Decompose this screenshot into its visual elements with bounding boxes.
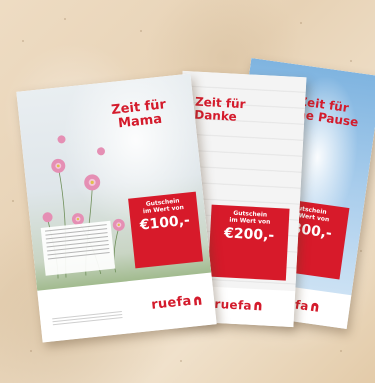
logo-mark-icon xyxy=(311,302,319,312)
sand-speck xyxy=(64,18,66,20)
sand-speck xyxy=(30,350,32,352)
description-textbox xyxy=(40,220,116,276)
poster-mama: Zeit für Mama Gutschein im Wert von €100… xyxy=(16,73,217,343)
poster-title: Zeit für Danke xyxy=(194,95,265,126)
voucher-fine-print xyxy=(209,244,287,253)
logo-text: ruefa xyxy=(214,296,253,313)
voucher-box: Gutschein im Wert von €200,- xyxy=(207,204,290,281)
sand-speck xyxy=(180,360,182,362)
sand-speck xyxy=(300,22,302,24)
ruefa-logo: ruefa xyxy=(214,297,264,314)
sand-background: Zeit für eine Pause Gutschein im Wert vo… xyxy=(0,0,375,383)
sand-speck xyxy=(22,40,24,42)
sand-speck xyxy=(12,200,14,202)
logo-mark-icon xyxy=(254,301,262,311)
logo-mark-icon xyxy=(194,296,202,305)
sand-speck xyxy=(140,30,142,32)
voucher-label: Gutschein im Wert von xyxy=(211,210,290,228)
voucher-amount: €200,- xyxy=(223,225,275,244)
sand-speck xyxy=(360,250,362,252)
voucher-box: Gutschein im Wert von €100,- xyxy=(128,191,204,269)
sand-speck xyxy=(350,60,352,62)
sand-speck xyxy=(340,350,342,352)
